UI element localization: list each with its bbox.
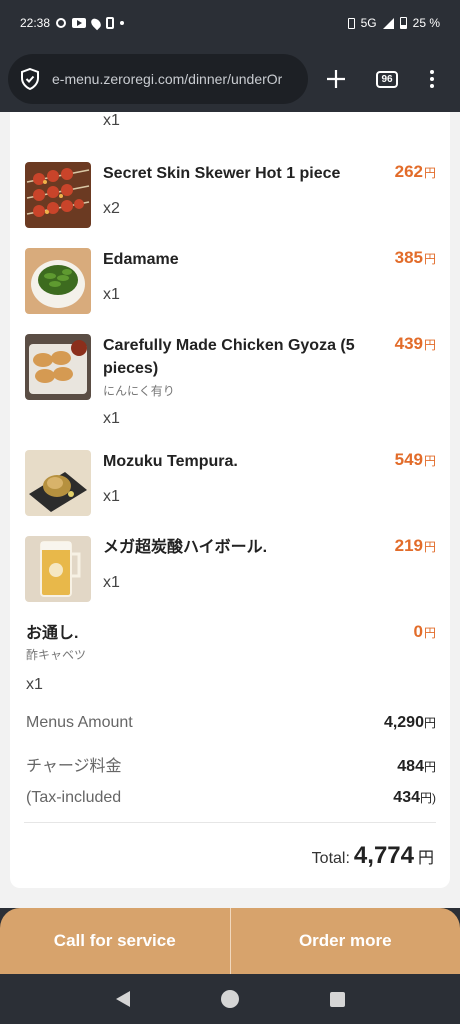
address-bar[interactable]: e-menu.zeroregi.com/dinner/underOr <box>8 54 308 104</box>
action-bar: Call for service Order more <box>0 908 460 974</box>
item-price: 0円 <box>413 622 436 641</box>
call-icon <box>106 17 115 29</box>
item-quantity: x1 <box>103 488 120 505</box>
item-quantity: x1 <box>103 112 120 129</box>
weather-icon <box>56 18 67 28</box>
item-name: メガ超炭酸ハイボール. <box>103 539 268 556</box>
item-name: Carefully Made Chicken Gyoza (5 pieces) <box>103 337 355 377</box>
tab-switcher-button[interactable]: 96 <box>362 54 412 104</box>
item-option-note: にんにく有り <box>103 384 175 398</box>
item-price: 219円 <box>394 536 436 555</box>
item-quantity: x1 <box>26 676 43 693</box>
charge-label: チャージ料金 <box>26 758 122 775</box>
recent-apps-icon[interactable] <box>329 991 345 1007</box>
back-icon[interactable] <box>115 991 130 1007</box>
more-dot-icon <box>430 70 434 74</box>
battery-level: 25 % <box>412 16 440 30</box>
item-price: 439円 <box>394 334 436 353</box>
charge-row: チャージ料金 484円 <box>26 752 436 776</box>
tab-count: 96 <box>376 70 398 88</box>
status-bar: 22:38 5G 25 % <box>0 0 460 46</box>
youtube-icon <box>72 18 87 28</box>
url-text[interactable]: e-menu.zeroregi.com/dinner/underOr <box>52 71 282 87</box>
more-dot-icon <box>430 77 434 81</box>
charge-value: 484円 <box>397 758 436 775</box>
site-security-icon[interactable] <box>20 68 40 90</box>
order-more-button[interactable]: Order more <box>231 908 460 974</box>
item-name: Secret Skin Skewer Hot 1 piece <box>103 165 341 182</box>
item-photo <box>25 450 91 516</box>
browser-menu-button[interactable] <box>412 54 452 104</box>
order-card: x1 Secret Skin Skewer Hot 1 piece 262円 x… <box>10 112 450 888</box>
item-quantity: x2 <box>103 200 120 217</box>
order-content[interactable]: x1 Secret Skin Skewer Hot 1 piece 262円 x… <box>0 112 460 908</box>
item-name: お通し. <box>26 625 79 642</box>
item-price: 262円 <box>394 162 436 181</box>
browser-toolbar: e-menu.zeroregi.com/dinner/underOr 96 <box>0 46 460 112</box>
item-name: Mozuku Tempura. <box>103 453 238 470</box>
item-photo <box>25 248 91 314</box>
item-quantity: x1 <box>103 286 120 303</box>
total-value: 4,774 <box>353 842 414 869</box>
notification-dot-icon <box>120 21 125 25</box>
item-quantity: x1 <box>103 410 120 427</box>
menus-amount-value: 4,290円 <box>383 714 436 731</box>
item-option-note: 酢キャベツ <box>26 648 87 662</box>
home-icon[interactable] <box>220 990 239 1008</box>
item-photo <box>25 536 91 602</box>
total-currency: 円 <box>417 850 434 867</box>
tax-row: (Tax-included 434円) <box>26 789 436 807</box>
new-tab-button[interactable] <box>310 54 362 104</box>
tax-label: (Tax-included <box>26 789 122 806</box>
item-price: 385円 <box>394 248 436 267</box>
item-price: 549円 <box>394 450 436 469</box>
total-row: Total: 4,774 円 <box>312 842 434 870</box>
battery-icon <box>399 17 407 29</box>
vibrate-icon <box>347 17 355 29</box>
tax-value: 434円) <box>393 789 436 806</box>
signal-icon <box>382 17 394 29</box>
summary-divider <box>24 822 436 823</box>
plus-icon <box>327 70 345 88</box>
item-photo <box>25 334 91 400</box>
location-icon <box>89 16 103 30</box>
menus-amount-label: Menus Amount <box>26 714 133 731</box>
item-quantity: x1 <box>103 574 120 591</box>
more-dot-icon <box>430 84 434 88</box>
status-left: 22:38 <box>20 16 125 30</box>
system-nav-bar <box>0 974 460 1024</box>
item-photo <box>25 162 91 228</box>
item-name: Edamame <box>103 251 179 268</box>
call-for-service-button[interactable]: Call for service <box>0 908 230 974</box>
network-type: 5G <box>360 16 377 30</box>
total-label: Total: <box>311 850 350 867</box>
status-right: 5G 25 % <box>347 16 440 30</box>
menus-amount-row: Menus Amount 4,290円 <box>26 714 436 732</box>
status-time: 22:38 <box>20 16 51 30</box>
